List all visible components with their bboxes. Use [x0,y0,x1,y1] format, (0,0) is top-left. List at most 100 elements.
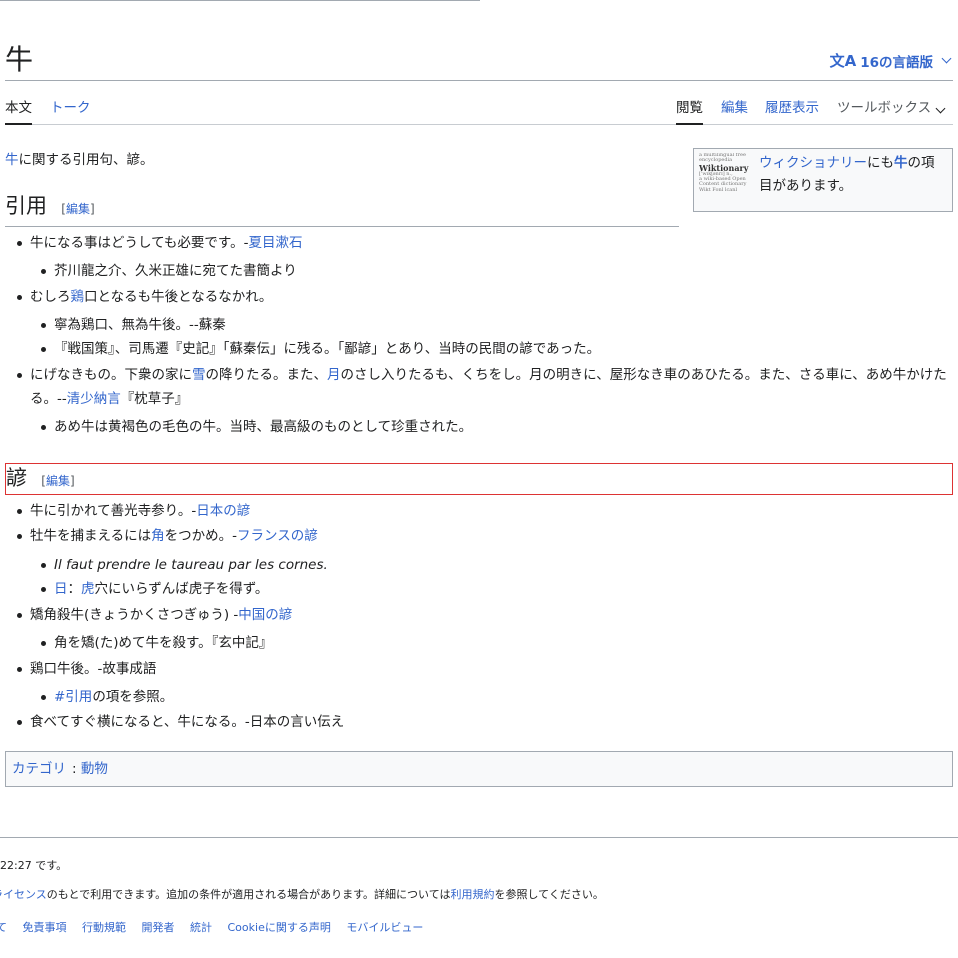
list-item: Il faut prendre le taureau par les corne… [39,553,950,577]
section-edit: [編集] [61,202,94,216]
item-link[interactable]: #引用 [54,689,92,705]
footer-link-mobile-view[interactable]: モバイルビュー [346,921,423,934]
list-item: 牡牛を捕まえるには角をつかめ。-フランスの諺 [15,524,950,548]
item-text: 牡牛を捕まえるには [30,528,152,544]
footer-link-cookie[interactable]: Cookieに関する声明 [228,921,331,934]
item-text: をつかめ。- [164,528,237,544]
footer-divider [0,837,958,838]
list-item: 牛に引かれて善光寺参り。-日本の諺 [15,499,950,523]
wiktionary-text-part: にも [867,155,894,171]
footer-link[interactable]: て [0,921,7,934]
list-item: あめ牛は黄褐色の毛色の牛。当時、最高級のものとして珍重された。 [39,415,950,439]
proverbs-list: 牛に引かれて善光寺参り。-日本の諺 牡牛を捕まえるには角をつかめ。-フランスの諺… [15,499,950,734]
translate-icon: 文A [829,52,857,70]
section-title: 引用 [5,194,47,218]
section-title: 諺 [6,466,27,490]
item-link[interactable]: 清少納言 [67,391,121,407]
footer-links: て 免責事項 行動規範 開発者 統計 Cookieに関する声明 モバイルビュー [0,919,435,935]
item-link[interactable]: 虎 [81,581,95,597]
footer-link-developers[interactable]: 開発者 [142,921,175,934]
list-item: 食べてすぐ横になると、牛になる。-日本の言い伝え [15,710,950,734]
tab-history[interactable]: 履歴表示 [765,96,819,123]
title-bar: 牛 文A 16の言語版 [5,40,953,81]
item-link[interactable]: フランスの諺 [237,528,318,544]
wiktionary-term-link[interactable]: 牛 [894,155,908,171]
list-item: 鶏口牛後。-故事成語 [15,657,950,681]
page-title: 牛 [5,43,34,76]
wiktionary-logo: a multilingual free encyclopedia Wiktion… [699,153,749,207]
list-item: 角を矯(た)めて牛を殺す。『玄中記』 [39,631,950,655]
item-link[interactable]: 中国の諺 [238,607,292,623]
list-item: 牛になる事はどうしても必要です。-夏目漱石 [15,231,950,255]
list-item: にげなきもの。下衆の家に雪の降りたる。また、月のさし入りたるも、くちをし。月の明… [15,363,950,411]
tab-talk[interactable]: トーク [50,96,91,123]
list-item: むしろ鶏口となるも牛後となるなかれ。 [15,285,950,309]
list-item: 『戦国策』、司馬遷『史記』「蘇秦伝」に残る。「鄙諺」とあり、当時の民間の諺であっ… [39,337,950,361]
item-link[interactable]: 雪 [192,367,206,383]
item-text: 牛に引かれて善光寺参り。- [30,503,197,519]
footer-link-statistics[interactable]: 統計 [190,921,212,934]
item-text: むしろ [30,289,71,305]
page-tabs: 本文 トーク 閲覧 編集 履歴表示 ツールボックス [5,84,953,125]
tab-edit[interactable]: 編集 [721,96,748,123]
item-text: 食べてすぐ横になると、牛になる。-日本の言い伝え [30,714,345,730]
item-text: 寧為鶏口、無為牛後。--蘇秦 [54,317,226,333]
wiktionary-link[interactable]: ウィクショナリー [759,155,867,171]
category-separator: : [72,761,77,777]
bracket: ] [90,202,95,216]
item-text: にげなきもの。下衆の家に [30,367,192,383]
item-link[interactable]: 夏目漱石 [248,235,302,251]
section-quotes-heading: 引用 [編集] [5,194,679,227]
list-item: #引用の項を参照。 [39,685,950,709]
top-divider [0,0,480,1]
item-link[interactable]: 鶏 [71,289,85,305]
footer-license: ライセンスのもとで利用できます。追加の条件が適用される場合があります。詳細につい… [0,886,604,902]
item-text: ： [67,581,82,597]
tools-label: ツールボックス [837,100,932,116]
wiktionary-text: ウィクショナリーにも牛の項目があります。 [759,152,944,198]
item-text: 芥川龍之介、久米正雄に宛てた書簡より [54,263,297,279]
item-link[interactable]: 日本の諺 [196,503,250,519]
footer-link-disclaimer[interactable]: 免責事項 [23,921,67,934]
category-label-link[interactable]: カテゴリ [12,761,66,777]
list-item: 寧為鶏口、無為牛後。--蘇秦 [39,313,950,337]
footer-last-edit: 22:27 です。 [0,859,68,872]
item-text: あめ牛は黄褐色の毛色の牛。当時、最高級のものとして珍重された。 [54,419,473,435]
intro-text: 牛に関する引用句、諺。 [5,148,154,172]
item-text: 『枕草子』 [120,391,189,407]
item-text: 角を矯(た)めて牛を殺す。『玄中記』 [54,635,273,651]
intro-body: に関する引用句、諺。 [18,152,154,168]
language-button-label: 16の言語版 [860,54,933,71]
section-edit-link[interactable]: 編集 [66,202,90,216]
footer-link-code-of-conduct[interactable]: 行動規範 [82,921,126,934]
intro-link[interactable]: 牛 [5,152,19,168]
chevron-down-icon [941,53,952,64]
section-proverbs-heading: 諺 [編集] [5,463,953,495]
item-text: の降りたる。また、 [205,367,328,383]
item-link[interactable]: 日 [54,581,68,597]
section-edit-link[interactable]: 編集 [46,474,70,488]
list-item: 日：虎穴にいらずんば虎子を得ず。 [39,577,950,601]
list-item: 矯角殺牛(きょうかくさつぎゅう) -中国の諺 [15,603,950,627]
item-text: 口となるも牛後となるなかれ。 [84,289,273,305]
item-text: 鶏口牛後。-故事成語 [30,661,157,677]
bracket: ] [70,474,75,488]
item-link[interactable]: 月 [327,367,341,383]
category-link[interactable]: 動物 [81,761,108,777]
license-text: のもとで利用できます。追加の条件が適用される場合があります。詳細については [46,888,451,901]
item-link[interactable]: 角 [151,528,165,544]
item-text: 『戦国策』、司馬遷『史記』「蘇秦伝」に残る。「鄙諺」とあり、当時の民間の諺であっ… [54,341,601,357]
chevron-down-icon [935,103,946,114]
terms-link[interactable]: 利用規約 [450,888,494,901]
license-link[interactable]: ライセンス [0,888,47,901]
category-box: カテゴリ: 動物 [5,751,953,787]
tab-article[interactable]: 本文 [5,96,32,125]
item-text: 矯角殺牛(きょうかくさつぎゅう) - [30,607,239,623]
language-button[interactable]: 文A 16の言語版 [830,50,953,71]
tab-read[interactable]: 閲覧 [676,96,703,125]
license-text: を参照してください。 [494,888,604,901]
tab-tools[interactable]: ツールボックス [837,96,947,123]
item-text: 穴にいらずんば虎子を得ず。 [94,581,269,597]
section-edit: [編集] [41,474,74,488]
quotes-list: 牛になる事はどうしても必要です。-夏目漱石 芥川龍之介、久米正雄に宛てた書簡より… [15,231,950,439]
